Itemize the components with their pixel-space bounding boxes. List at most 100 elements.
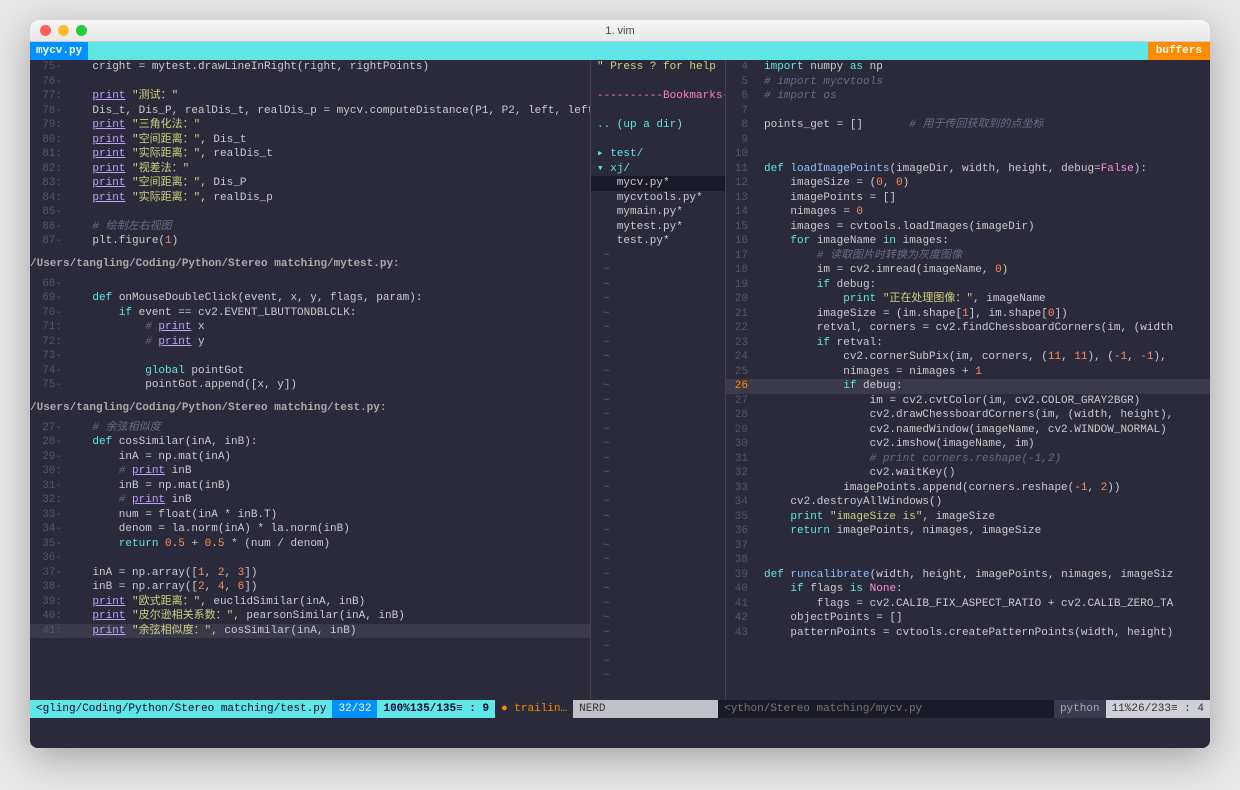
code-line[interactable]: 29 cv2.namedWindow(imageName, cv2.WINDOW… [726, 423, 1210, 438]
code-line[interactable]: 15 images = cvtools.loadImages(imageDir) [726, 220, 1210, 235]
code-line[interactable]: 35- return 0.5 + 0.5 * (num / denom) [30, 537, 590, 552]
code-line[interactable]: 68- [30, 277, 590, 292]
code-line[interactable]: 25 nimages = nimages + 1 [726, 365, 1210, 380]
code-line[interactable]: 37- inA = np.array([1, 2, 3]) [30, 566, 590, 581]
code-line[interactable]: 84: print "实际距离：", realDis_p [30, 191, 590, 206]
code-line[interactable]: 39: print "欧式距离：", euclidSimilar(inA, in… [30, 595, 590, 610]
up-dir[interactable]: .. (up a dir) [591, 118, 725, 133]
code-line[interactable]: 75- cright = mytest.drawLineInRight(righ… [30, 60, 590, 75]
empty-line: ~ [591, 510, 725, 525]
code-line[interactable]: 28- def cosSimilar(inA, inB): [30, 435, 590, 450]
code-line[interactable]: 82: print "视差法：" [30, 162, 590, 177]
code-line[interactable]: 11def loadImagePoints(imageDir, width, h… [726, 162, 1210, 177]
code-line[interactable]: 70- if event == cv2.EVENT_LBUTTONDBLCLK: [30, 306, 590, 321]
code-line[interactable]: 38 [726, 553, 1210, 568]
code-line[interactable]: 39def runcalibrate(width, height, imageP… [726, 568, 1210, 583]
code-line[interactable]: 79: print "三角化法：" [30, 118, 590, 133]
code-line[interactable]: 14 nimages = 0 [726, 205, 1210, 220]
tab-buffers[interactable]: buffers [1148, 42, 1210, 60]
code-line[interactable]: 33- num = float(inA * inB.T) [30, 508, 590, 523]
code-line[interactable]: 40 if flags is None: [726, 582, 1210, 597]
code-line[interactable]: 29- inA = np.mat(inA) [30, 450, 590, 465]
root-dir[interactable] [591, 133, 725, 148]
code-line[interactable]: 26 if debug: [726, 379, 1210, 394]
code-line[interactable]: 33 imagePoints.append(corners.reshape(-1… [726, 481, 1210, 496]
code-line[interactable]: 30 cv2.imshow(imageName, im) [726, 437, 1210, 452]
code-line[interactable]: 10 [726, 147, 1210, 162]
code-line[interactable]: 8points_get = [] # 用于传回获取到的点坐标 [726, 118, 1210, 133]
code-line[interactable]: 74- global pointGot [30, 364, 590, 379]
code-line[interactable]: 30: # print inB [30, 464, 590, 479]
code-line[interactable]: 69- def onMouseDoubleClick(event, x, y, … [30, 291, 590, 306]
tree-dir[interactable]: ▾ xj/ [591, 162, 725, 177]
code-line[interactable]: 36- [30, 551, 590, 566]
code-line[interactable]: 41 flags = cv2.CALIB_FIX_ASPECT_RATIO + … [726, 597, 1210, 612]
code-line[interactable]: 27 im = cv2.cvtColor(im, cv2.COLOR_GRAY2… [726, 394, 1210, 409]
code-line[interactable]: 22 retval, corners = cv2.findChessboardC… [726, 321, 1210, 336]
code-line[interactable]: 78- Dis_t, Dis_P, realDis_t, realDis_p =… [30, 104, 590, 119]
bookmarks-header[interactable]: ----------Bookmarks- [591, 89, 725, 104]
code-line[interactable]: 76- [30, 75, 590, 90]
zoom-icon[interactable] [76, 25, 87, 36]
code-line[interactable]: 87- plt.figure(1) [30, 234, 590, 249]
help-line[interactable]: " Press ? for help [591, 60, 725, 75]
code-line[interactable]: 23 if retval: [726, 336, 1210, 351]
tab-active[interactable]: mycv.py [30, 42, 88, 60]
code-line[interactable]: 7 [726, 104, 1210, 119]
code-line[interactable]: 34 cv2.destroyAllWindows() [726, 495, 1210, 510]
minimize-icon[interactable] [58, 25, 69, 36]
code-line[interactable]: 75- pointGot.append([x, y]) [30, 378, 590, 393]
code-line[interactable]: 5# import mycvtools [726, 75, 1210, 90]
code-line[interactable]: 12 imageSize = (0, 0) [726, 176, 1210, 191]
code-line[interactable]: 21 imageSize = (im.shape[1], im.shape[0]… [726, 307, 1210, 322]
code-line[interactable]: 85- [30, 205, 590, 220]
code-line[interactable]: 86- # 绘制左右视图 [30, 220, 590, 235]
tree-file[interactable]: mymain.py* [591, 205, 725, 220]
code-line[interactable]: 81: print "实际距离：", realDis_t [30, 147, 590, 162]
code-line[interactable]: 42 objectPoints = [] [726, 611, 1210, 626]
code-line[interactable]: 24 cv2.cornerSubPix(im, corners, (11, 11… [726, 350, 1210, 365]
code-line[interactable]: 16 for imageName in images: [726, 234, 1210, 249]
code-line[interactable]: 9 [726, 133, 1210, 148]
code-line[interactable]: 77: print "测试：" [30, 89, 590, 104]
code-line[interactable]: 40: print "皮尔逊相关系数：", pearsonSimilar(inA… [30, 609, 590, 624]
code-line[interactable]: 20 print "正在处理图像：", imageName [726, 292, 1210, 307]
code-line[interactable]: 80: print "空间距离：", Dis_t [30, 133, 590, 148]
code-line[interactable]: 73- [30, 349, 590, 364]
code-line[interactable]: 6# import os [726, 89, 1210, 104]
code-line[interactable]: 71: # print x [30, 320, 590, 335]
code-line[interactable]: 27- # 余弦相似度 [30, 421, 590, 436]
code-line[interactable]: 4import numpy as np [726, 60, 1210, 75]
tree-file[interactable]: test.py* [591, 234, 725, 249]
code-line[interactable]: 41: print "余弦相似度：", cosSimilar(inA, inB) [30, 624, 590, 639]
statusline: <gling/Coding/Python/Stereo matching/tes… [30, 700, 1210, 718]
code-line[interactable]: 28 cv2.drawChessboardCorners(im, (width,… [726, 408, 1210, 423]
nerdtree-pane[interactable]: " Press ? for help ----------Bookmarks- … [590, 60, 725, 700]
tree-file[interactable]: mytest.py* [591, 220, 725, 235]
tree-item[interactable] [591, 104, 725, 119]
code-line[interactable]: 13 imagePoints = [] [726, 191, 1210, 206]
code-line[interactable]: 34- denom = la.norm(inA) * la.norm(inB) [30, 522, 590, 537]
code-line[interactable]: 72: # print y [30, 335, 590, 350]
code-line[interactable]: 38- inB = np.array([2, 4, 6]) [30, 580, 590, 595]
empty-line: ~ [591, 321, 725, 336]
left-pane[interactable]: 75- cright = mytest.drawLineInRight(righ… [30, 60, 590, 700]
tree-item[interactable] [591, 75, 725, 90]
code-line[interactable]: 32: # print inB [30, 493, 590, 508]
code-line[interactable]: 31- inB = np.mat(inB) [30, 479, 590, 494]
code-line[interactable]: 83: print "空间距离：", Dis_P [30, 176, 590, 191]
tree-file[interactable]: mycv.py* [591, 176, 725, 191]
code-line[interactable]: 37 [726, 539, 1210, 554]
tree-file[interactable]: mycvtools.py* [591, 191, 725, 206]
code-line[interactable]: 43 patternPoints = cvtools.createPattern… [726, 626, 1210, 641]
tree-dir[interactable]: ▸ test/ [591, 147, 725, 162]
code-line[interactable]: 31 # print corners.reshape(-1,2) [726, 452, 1210, 467]
code-line[interactable]: 17 # 读取图片时转换为灰度图像 [726, 249, 1210, 264]
code-line[interactable]: 18 im = cv2.imread(imageName, 0) [726, 263, 1210, 278]
code-line[interactable]: 32 cv2.waitKey() [726, 466, 1210, 481]
code-line[interactable]: 36 return imagePoints, nimages, imageSiz… [726, 524, 1210, 539]
code-line[interactable]: 19 if debug: [726, 278, 1210, 293]
right-pane[interactable]: 4import numpy as np5# import mycvtools6#… [725, 60, 1210, 700]
code-line[interactable]: 35 print "imageSize is", imageSize [726, 510, 1210, 525]
close-icon[interactable] [40, 25, 51, 36]
